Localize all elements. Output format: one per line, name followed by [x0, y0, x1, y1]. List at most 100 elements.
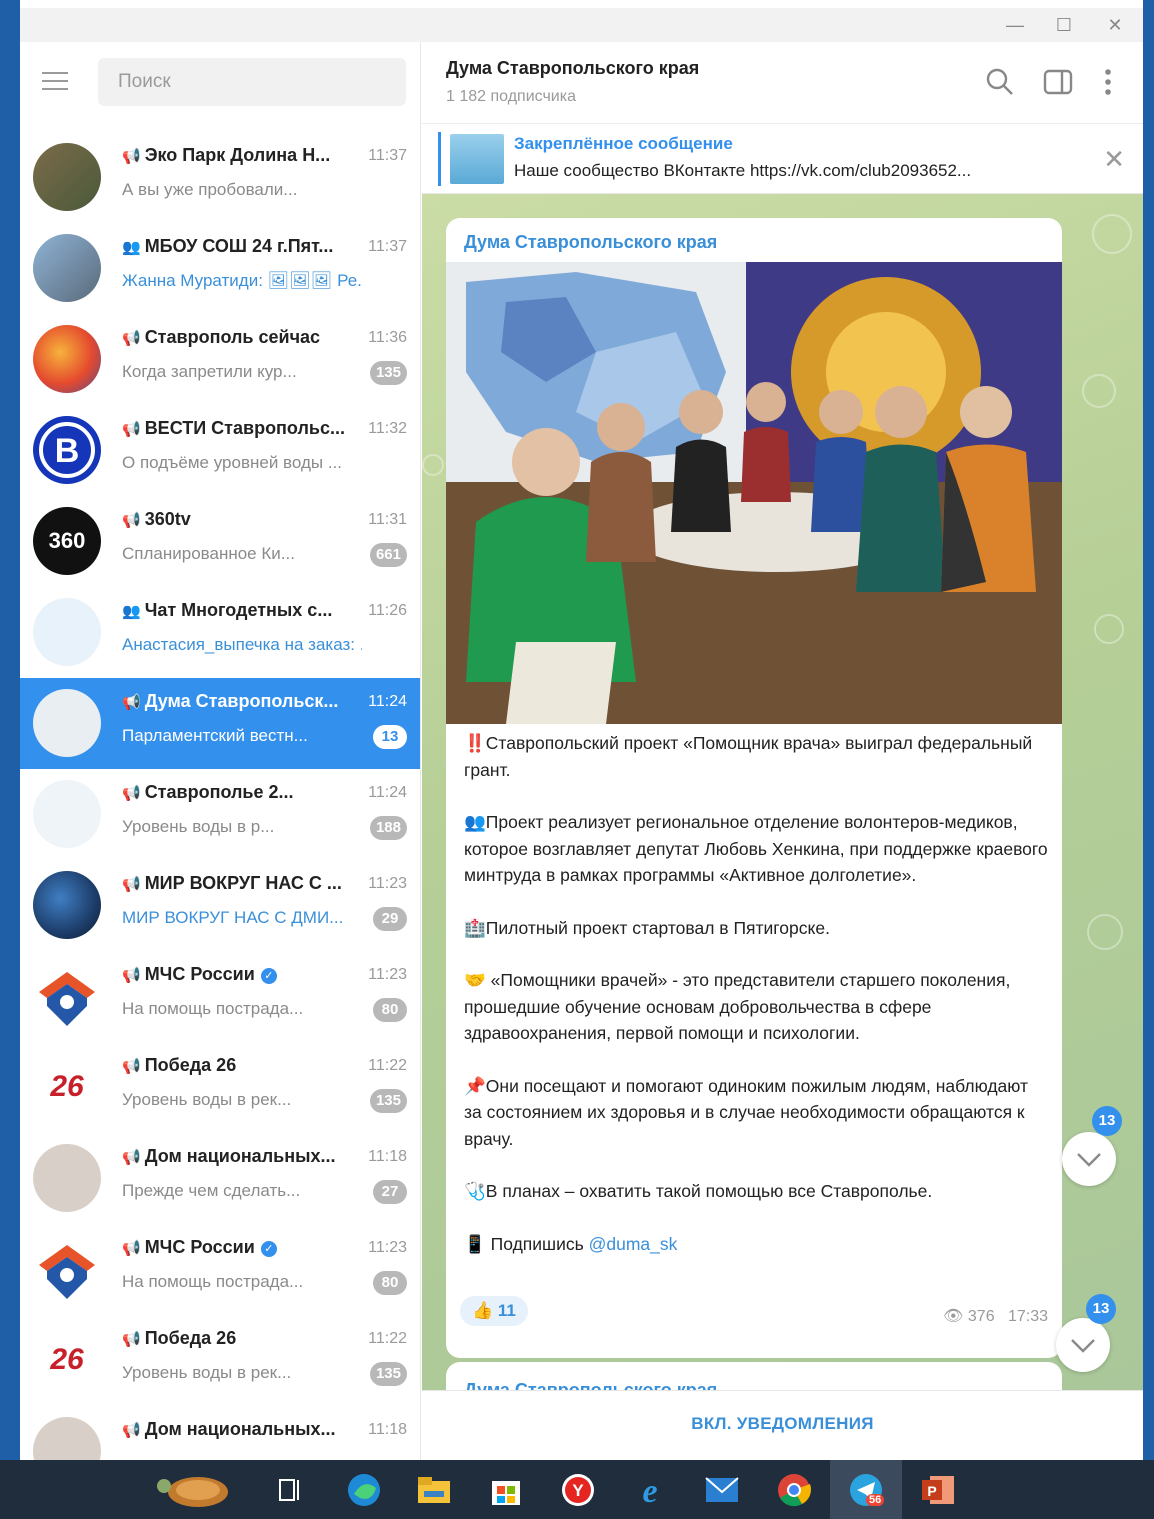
more-options-icon[interactable]	[1092, 66, 1124, 98]
channel-icon: 📢	[122, 1422, 141, 1439]
chat-time: 11:32	[368, 420, 407, 437]
svg-text:P: P	[927, 1483, 936, 1499]
message-author[interactable]: Дума Ставропольского края	[464, 1380, 717, 1390]
enable-notifications-button[interactable]: ВКЛ. УВЕДОМЛЕНИЯ	[422, 1390, 1143, 1460]
chat-list-item[interactable]: 📢 МЧС России ✓ 11:23 На помощь пострада... 80	[20, 951, 420, 1042]
chat-preview: На помощь пострада...	[122, 1272, 304, 1291]
chat-list-item[interactable]: 📢 Дума Ставропольск... 11:24 Парламентский …	[20, 678, 420, 769]
chat-title-text: Дом национальных...	[144, 1146, 336, 1166]
mail-icon[interactable]	[700, 1468, 744, 1512]
wallpaper-doodle	[1094, 614, 1124, 644]
message-bubble[interactable]: Дума Ставропольского края	[446, 218, 1062, 1358]
channel-link[interactable]: @duma_sk	[589, 1234, 678, 1254]
unread-count-badge: 135	[369, 1362, 407, 1386]
unread-count-badge: 135	[369, 1089, 407, 1113]
chat-list-item[interactable]: 📢 Эко Парк Долина Н... 11:37 А вы уже пробо…	[20, 132, 420, 223]
message-paragraph: 🩺В планах – охватить такой помощью все С…	[464, 1181, 933, 1201]
file-explorer-icon[interactable]	[412, 1468, 456, 1512]
pinned-thumbnail	[450, 134, 504, 184]
scroll-down-button[interactable]	[1062, 1132, 1116, 1186]
group-photo-image	[446, 262, 1062, 724]
internet-explorer-icon[interactable]: e	[628, 1468, 672, 1512]
close-pinned-icon[interactable]: ✕	[1103, 144, 1125, 175]
chat-title: 📢 Победа 26	[122, 1328, 352, 1349]
chat-list-item[interactable]: 360 📢 360tv 11:31 Спланированное Ки... 661	[20, 496, 420, 587]
chat-title: 📢 МЧС России ✓	[122, 1237, 352, 1258]
chat-list-item[interactable]: 26 📢 Победа 26 11:22 Уровень воды в рек... 13…	[20, 1315, 420, 1406]
avatar	[33, 143, 101, 211]
powerpoint-icon[interactable]: P	[916, 1468, 960, 1512]
chrome-icon[interactable]	[772, 1468, 816, 1512]
wallpaper-doodle	[1092, 214, 1132, 254]
chat-time: 11:26	[368, 602, 407, 619]
avatar	[33, 598, 101, 666]
chat-title: 📢 Дом национальных...	[122, 1419, 352, 1440]
microsoft-store-icon[interactable]	[484, 1468, 528, 1512]
channel-icon: 📢	[122, 1058, 141, 1075]
chat-list-item[interactable]: 👥 МБОУ СОШ 24 г.Пят... 11:37 Жанна Муратиди…	[20, 223, 420, 314]
avatar	[33, 962, 101, 1030]
chat-title: 📢 Ставрополье 2...	[122, 782, 352, 803]
chat-title-text: Чат Многодетных с...	[144, 600, 333, 620]
chevron-down-icon	[1077, 1153, 1101, 1167]
message-meta: 👁 376 17:33	[943, 1306, 1048, 1326]
chat-preview: Спланированное Ки...	[122, 544, 295, 563]
message-text: ‼️Ставропольский проект «Помощник врача»…	[464, 730, 1050, 1283]
channel-icon: 📢	[122, 876, 141, 893]
chat-title: 📢 Дом национальных...	[122, 1146, 352, 1167]
message-bubble[interactable]: Дума Ставропольского края	[446, 1362, 1062, 1390]
task-view-icon[interactable]	[268, 1468, 312, 1512]
chat-title-text: Дом национальных...	[144, 1419, 336, 1439]
chevron-down-icon	[1071, 1339, 1095, 1353]
edge-browser-icon[interactable]	[342, 1468, 386, 1512]
chat-list-item[interactable]: 📢 МЧС России ✓ 11:23 На помощь пострада... 80	[20, 1224, 420, 1315]
telegram-window: — ☐ ✕ Поиск 📢 Эко Парк Долина Н... 11:37 А …	[20, 8, 1143, 1460]
unread-badge: 13	[1092, 1106, 1122, 1136]
chat-list-item[interactable]: 26 📢 Победа 26 11:22 Уровень воды в рек... 13…	[20, 1042, 420, 1133]
chat-title[interactable]: Дума Ставропольского края	[446, 58, 699, 79]
close-window-button[interactable]: ✕	[1095, 12, 1135, 38]
chat-list-item[interactable]: 👥 Чат Многодетных с... 11:26 Анастасия_выпе…	[20, 587, 420, 678]
channel-icon: 📢	[122, 148, 141, 165]
chat-time: 11:22	[368, 1330, 407, 1347]
chat-list-item[interactable]: 📢 Дом национальных... 11:18	[20, 1406, 420, 1460]
hamburger-menu-icon[interactable]	[42, 72, 74, 96]
avatar: 360	[33, 507, 101, 575]
view-count: 376	[967, 1308, 995, 1325]
yandex-browser-icon[interactable]: Y	[556, 1468, 600, 1512]
avatar: 26	[33, 1326, 101, 1394]
telegram-icon[interactable]	[844, 1468, 888, 1512]
pinned-message-bar[interactable]: Закреплённое сообщение Наше сообщество В…	[422, 124, 1143, 194]
chat-list-item[interactable]: 📢 Дом национальных... 11:18 Прежде чем сдел…	[20, 1133, 420, 1224]
minimize-button[interactable]: —	[995, 12, 1035, 38]
chat-list-item[interactable]: B 📢 ВЕСТИ Ставропольс... 11:32 О подъёме уро…	[20, 405, 420, 496]
chat-list-item[interactable]: 📢 Ставрополье 2... 11:24 Уровень воды в р..…	[20, 769, 420, 860]
chat-title-text: МБОУ СОШ 24 г.Пят...	[144, 236, 334, 256]
wallpaper-doodle	[1087, 914, 1123, 950]
search-icon[interactable]	[984, 66, 1016, 98]
channel-icon: 📢	[122, 512, 141, 529]
message-author[interactable]: Дума Ставропольского края	[464, 232, 717, 253]
chat-title: 👥 МБОУ СОШ 24 г.Пят...	[122, 236, 352, 257]
unread-count-badge: 27	[373, 1180, 407, 1204]
message-photo[interactable]	[446, 262, 1062, 724]
chat-title: 👥 Чат Многодетных с...	[122, 600, 352, 621]
chat-preview: Уровень воды в рек...	[122, 1090, 292, 1109]
chat-time: 11:23	[368, 966, 407, 983]
scroll-down-button[interactable]	[1056, 1318, 1110, 1372]
sidebar-toggle-icon[interactable]	[1042, 66, 1074, 98]
chat-title: 📢 МИР ВОКРУГ НАС С ...	[122, 873, 352, 894]
chat-time: 11:24	[368, 784, 407, 801]
chat-time: 11:22	[368, 1057, 407, 1074]
reaction-button[interactable]: 👍 11	[460, 1296, 528, 1326]
channel-icon: 📢	[122, 1240, 141, 1257]
chat-list-item[interactable]: 📢 Ставрополь сейчас 11:36 Когда запретили к…	[20, 314, 420, 405]
chat-preview: Уровень воды в рек...	[122, 1363, 292, 1382]
chat-title-text: МИР ВОКРУГ НАС С ...	[144, 873, 342, 893]
chat-list-item[interactable]: 📢 МИР ВОКРУГ НАС С ... 11:23 МИР ВОКРУГ НАС…	[20, 860, 420, 951]
search-input[interactable]: Поиск	[98, 58, 406, 106]
chat-preview: О подъёме уровней воды ...	[122, 453, 342, 472]
chat-header: Дума Ставропольского края 1 182 подписчи…	[422, 42, 1143, 124]
maximize-button[interactable]: ☐	[1044, 12, 1084, 38]
svg-text:B: B	[55, 432, 80, 470]
